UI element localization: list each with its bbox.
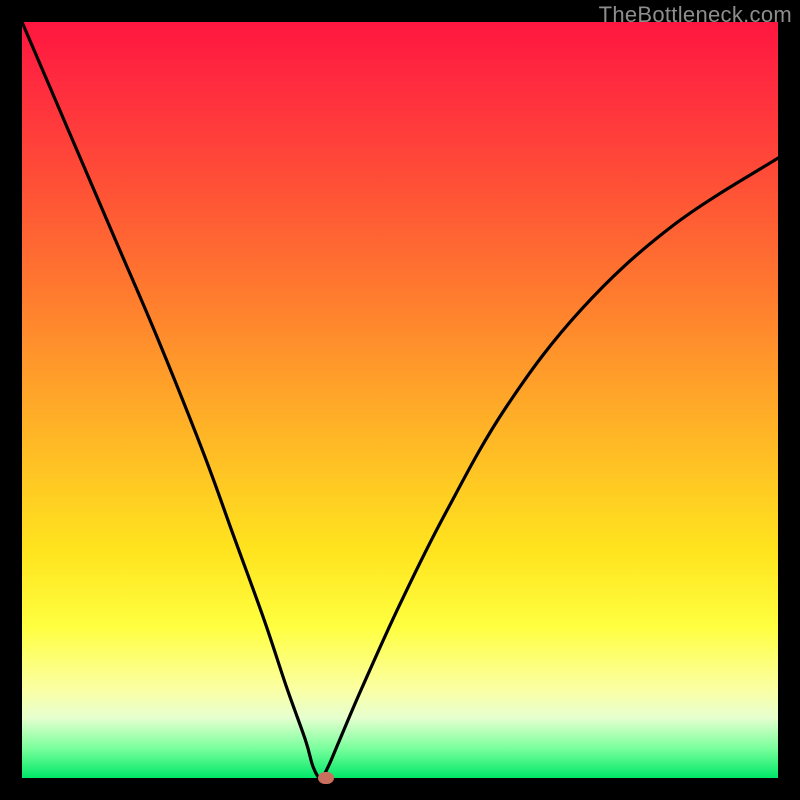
watermark-text: TheBottleneck.com (599, 2, 792, 28)
minimum-marker (318, 772, 334, 784)
plot-area (22, 22, 778, 778)
bottleneck-curve (22, 22, 778, 778)
chart-frame: TheBottleneck.com (0, 0, 800, 800)
